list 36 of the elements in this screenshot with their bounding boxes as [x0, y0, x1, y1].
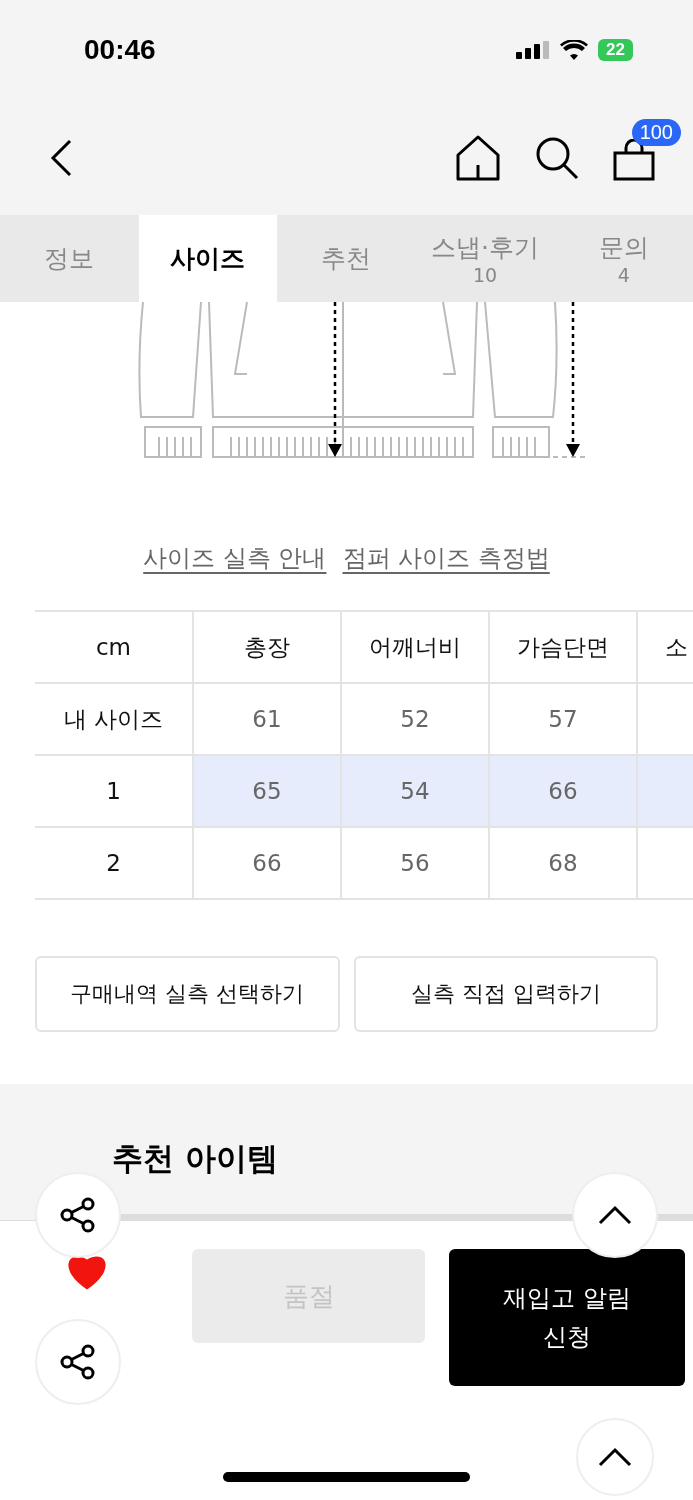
- table-cell: 68: [488, 828, 636, 900]
- column-header: 총장: [192, 612, 340, 684]
- column-header: 가슴단면: [488, 612, 636, 684]
- bag-icon[interactable]: [613, 138, 655, 181]
- measure-button[interactable]: 실측 직접 입력하기: [353, 956, 658, 1032]
- chevron-up-icon: [598, 1205, 632, 1225]
- wifi-icon: [560, 40, 589, 60]
- measure-button[interactable]: 구매내역 실측 선택하기: [35, 956, 340, 1032]
- column-header: 어깨너비: [340, 612, 488, 684]
- cart-count-badge: 100: [631, 118, 681, 146]
- tab[interactable]: 정보: [0, 215, 139, 302]
- row-header: 내 사이즈: [35, 684, 192, 756]
- home-icon[interactable]: [455, 134, 501, 181]
- table-cell: 66: [192, 828, 340, 900]
- row-header: 2: [35, 828, 192, 900]
- table-cell: 66: [488, 756, 636, 828]
- table-cell: 56: [340, 828, 488, 900]
- status-time: 00:46: [84, 34, 156, 66]
- tab[interactable]: 사이즈: [138, 215, 278, 302]
- tab[interactable]: 문의 4: [554, 215, 693, 302]
- table-cell: 54: [340, 756, 488, 828]
- section-title: 추천 아이템: [111, 1139, 279, 1178]
- size-guide-link[interactable]: 점퍼 사이즈 측정법: [342, 542, 550, 574]
- tab[interactable]: 추천: [277, 215, 416, 302]
- chevron-up-icon: [598, 1447, 632, 1467]
- heart-icon[interactable]: [66, 1254, 108, 1290]
- signal-icon: [516, 41, 551, 59]
- size-guide-link[interactable]: 사이즈 실측 안내: [143, 542, 327, 574]
- table-cell: 65: [192, 756, 340, 828]
- back-icon[interactable]: [50, 138, 72, 177]
- battery-level: 22: [598, 39, 633, 61]
- tab[interactable]: 스냅·후기 10: [415, 215, 555, 302]
- search-icon[interactable]: [535, 135, 579, 180]
- column-header: cm: [35, 612, 192, 684]
- column-header: 소: [636, 612, 693, 684]
- restock-alert-button[interactable]: 재입고 알림 신청: [449, 1249, 685, 1386]
